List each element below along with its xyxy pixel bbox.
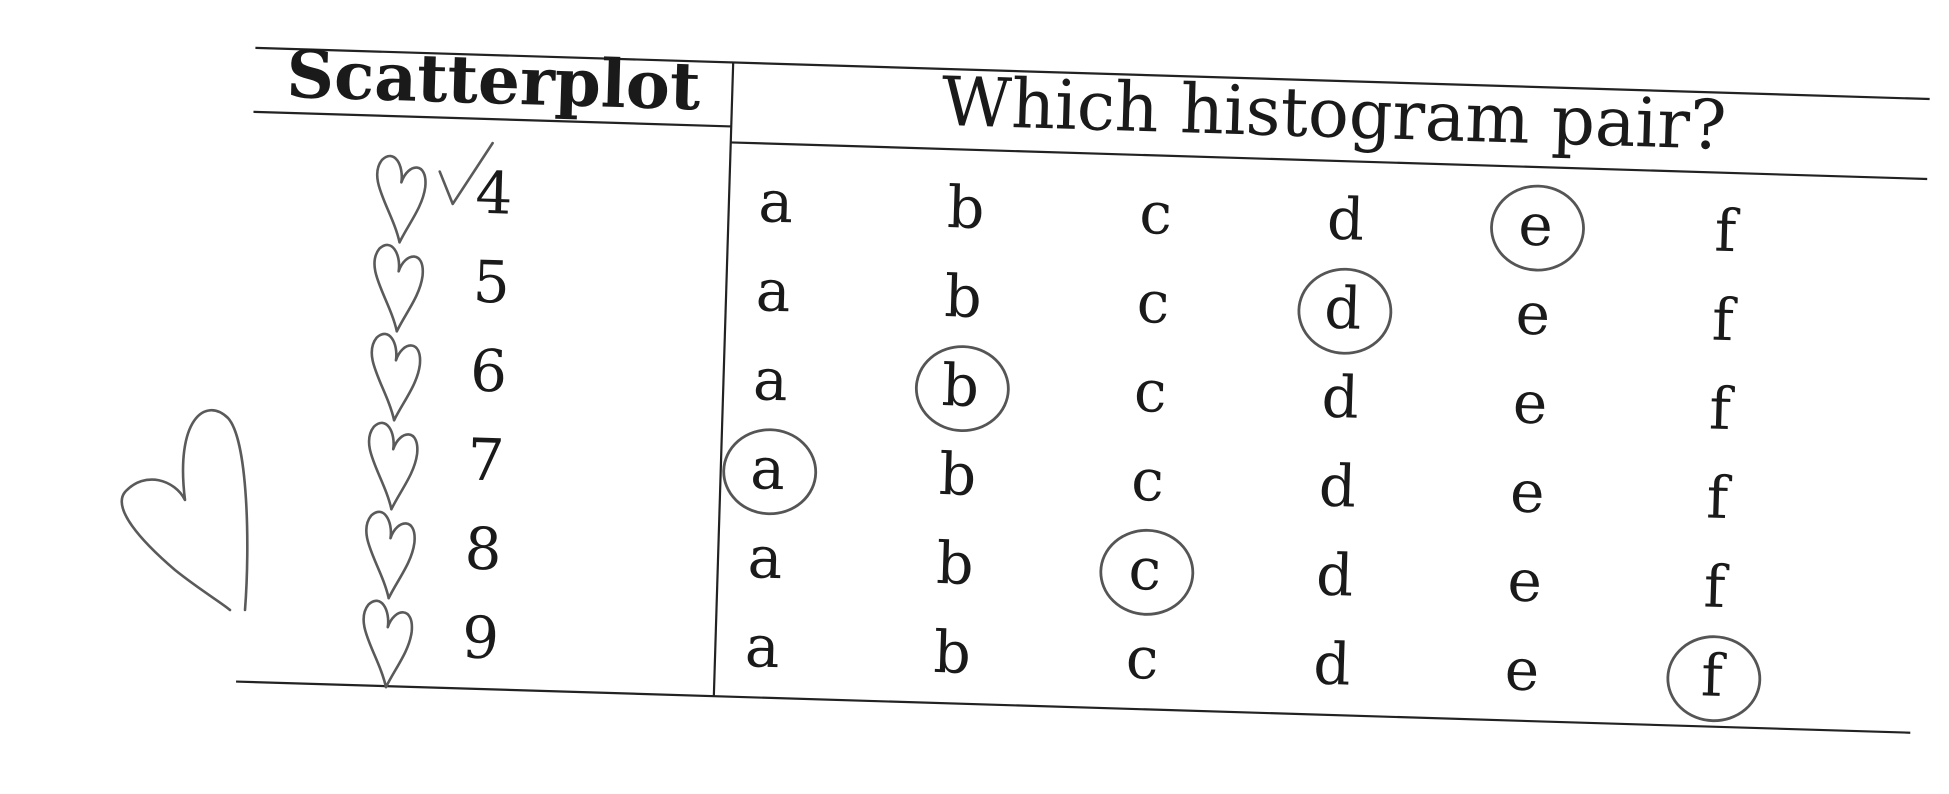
option-e[interactable]: e bbox=[1517, 191, 1553, 260]
option-c[interactable]: c bbox=[1136, 268, 1171, 337]
option-b[interactable]: b bbox=[933, 618, 972, 687]
option-f[interactable]: f bbox=[1708, 374, 1735, 443]
option-f[interactable]: f bbox=[1703, 552, 1730, 621]
heart-icon bbox=[362, 599, 414, 689]
answer-rows: 4 a b c d e f 5 a b c d e f 6 a b c d e f 7 a b c d e f 8 a b c d e f 9 a b c d… bbox=[461, 159, 1741, 710]
option-d[interactable]: d bbox=[1326, 185, 1365, 254]
option-c[interactable]: c bbox=[1130, 446, 1165, 515]
option-e[interactable]: e bbox=[1509, 457, 1545, 526]
option-e[interactable]: e bbox=[1515, 279, 1551, 348]
heart-icon bbox=[365, 510, 416, 600]
option-e[interactable]: e bbox=[1504, 635, 1540, 704]
option-d[interactable]: d bbox=[1318, 452, 1357, 521]
scanned-worksheet: Scatterplot Which histogram pair? 4 a b c d e… bbox=[0, 0, 1949, 794]
scatterplot-number: 8 bbox=[464, 515, 503, 584]
option-a[interactable]: a bbox=[747, 523, 784, 592]
option-e[interactable]: e bbox=[1507, 546, 1543, 615]
option-d[interactable]: d bbox=[1313, 629, 1352, 698]
option-d[interactable]: d bbox=[1323, 274, 1362, 343]
table-row: 8 a b c d e f bbox=[464, 515, 1730, 622]
heart-icon bbox=[370, 332, 422, 422]
option-c[interactable]: c bbox=[1139, 179, 1174, 248]
heart-icon bbox=[373, 243, 424, 333]
large-heart-icon bbox=[120, 408, 249, 612]
option-d[interactable]: d bbox=[1315, 541, 1354, 610]
answer-circles bbox=[722, 184, 1762, 723]
header-scatterplot: Scatterplot bbox=[285, 35, 702, 126]
scatterplot-number: 6 bbox=[469, 337, 508, 406]
heart-icon bbox=[375, 154, 427, 244]
option-c[interactable]: c bbox=[1125, 624, 1160, 693]
option-b[interactable]: b bbox=[941, 351, 980, 420]
scatterplot-number: 4 bbox=[475, 159, 514, 228]
option-b[interactable]: b bbox=[946, 173, 985, 242]
option-a[interactable]: a bbox=[744, 612, 781, 681]
table-bottom-rule bbox=[236, 680, 1911, 734]
option-a[interactable]: a bbox=[752, 345, 789, 414]
option-a[interactable]: a bbox=[758, 167, 795, 236]
header-histogram-pair: Which histogram pair? bbox=[940, 63, 1727, 166]
scatterplot-number: 7 bbox=[466, 426, 505, 495]
option-b[interactable]: b bbox=[944, 262, 983, 331]
table-row: 4 a b c d e f bbox=[475, 159, 1741, 266]
scatterplot-number: 9 bbox=[461, 603, 500, 672]
option-f[interactable]: f bbox=[1714, 197, 1741, 266]
option-b[interactable]: b bbox=[935, 529, 974, 598]
option-f[interactable]: f bbox=[1706, 463, 1733, 532]
option-d[interactable]: d bbox=[1321, 363, 1360, 432]
heart-icon bbox=[367, 421, 419, 511]
column-divider bbox=[712, 62, 735, 697]
option-a[interactable]: a bbox=[755, 256, 792, 325]
option-c[interactable]: c bbox=[1133, 357, 1168, 426]
table-row: 6 a b c d e f bbox=[469, 337, 1735, 444]
option-f[interactable]: f bbox=[1711, 285, 1738, 354]
table-row: 5 a b c d e f bbox=[472, 248, 1738, 355]
option-c[interactable]: c bbox=[1128, 535, 1163, 604]
option-b[interactable]: b bbox=[938, 440, 977, 509]
option-e[interactable]: e bbox=[1512, 368, 1548, 437]
table-row: 7 a b c d e f bbox=[466, 426, 1732, 533]
scatterplot-number: 5 bbox=[472, 248, 511, 317]
option-f[interactable]: f bbox=[1700, 641, 1727, 710]
option-a[interactable]: a bbox=[749, 434, 786, 503]
worksheet-table: Scatterplot Which histogram pair? 4 a b c d e… bbox=[120, 35, 1930, 734]
